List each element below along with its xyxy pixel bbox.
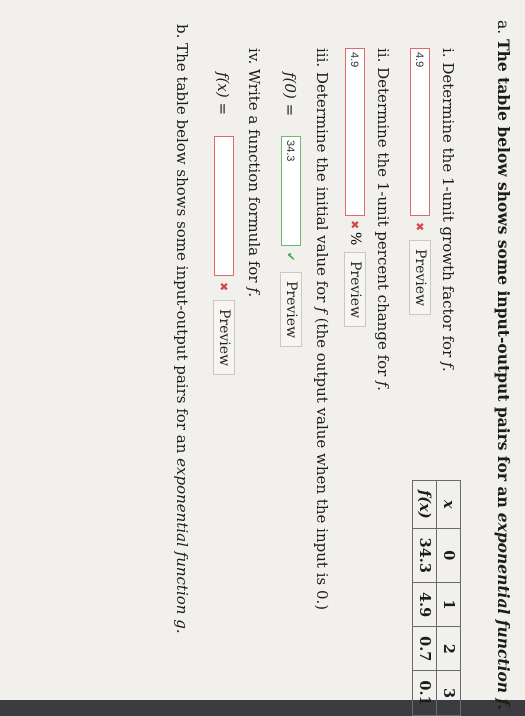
- table-cell: 4.9: [412, 582, 437, 627]
- growth-factor-input[interactable]: 4.9: [410, 48, 430, 216]
- table-row: x 0 1 2 3: [436, 480, 461, 716]
- fx-label: f(x) =: [214, 72, 232, 116]
- question-1-label: i. Determine the 1-unit growth factor fo…: [439, 48, 457, 372]
- question-4-label: iv. Write a function formula for f.: [245, 48, 263, 298]
- table-cell: 3: [436, 670, 461, 716]
- table-header-fx: f(x): [412, 480, 437, 529]
- table-row: f(x) 34.3 4.9 0.7 0.1: [412, 480, 437, 716]
- function-formula-input[interactable]: [214, 136, 234, 276]
- table-cell: 2: [436, 626, 461, 671]
- input-output-table: x 0 1 2 3 f(x) 34.3 4.9 0.7 0.1: [412, 480, 461, 716]
- f0-label: f(0) =: [281, 72, 299, 117]
- percent-change-input[interactable]: 4.9: [345, 48, 365, 216]
- initial-value-input[interactable]: 34.3: [281, 136, 301, 246]
- table-cell: 34.3: [412, 528, 437, 583]
- question-3-label: iii. Determine the initial value for f (…: [313, 48, 331, 611]
- preview-button[interactable]: Preview: [280, 272, 302, 348]
- table-cell: 0: [436, 528, 461, 583]
- preview-button[interactable]: Preview: [213, 300, 235, 376]
- worksheet: a. The table below shows some input-outp…: [0, 0, 525, 716]
- preview-button[interactable]: Preview: [409, 240, 431, 316]
- table-header-x: x: [436, 480, 461, 529]
- incorrect-icon: ✖: [348, 220, 361, 230]
- incorrect-icon: ✖: [413, 222, 426, 232]
- percent-unit: %: [347, 232, 363, 246]
- part-a-heading: a. The table below shows some input-outp…: [494, 20, 513, 710]
- question-2-label: ii. Determine the 1-unit percent change …: [374, 48, 392, 391]
- part-b-heading: b. The table below shows some input-outp…: [173, 24, 191, 634]
- table-cell: 0.7: [412, 626, 437, 671]
- preview-button[interactable]: Preview: [344, 252, 366, 328]
- incorrect-icon: ✖: [217, 282, 230, 292]
- correct-icon: ✔: [284, 252, 297, 262]
- table-cell: 0.1: [412, 670, 437, 716]
- table-cell: 1: [436, 582, 461, 627]
